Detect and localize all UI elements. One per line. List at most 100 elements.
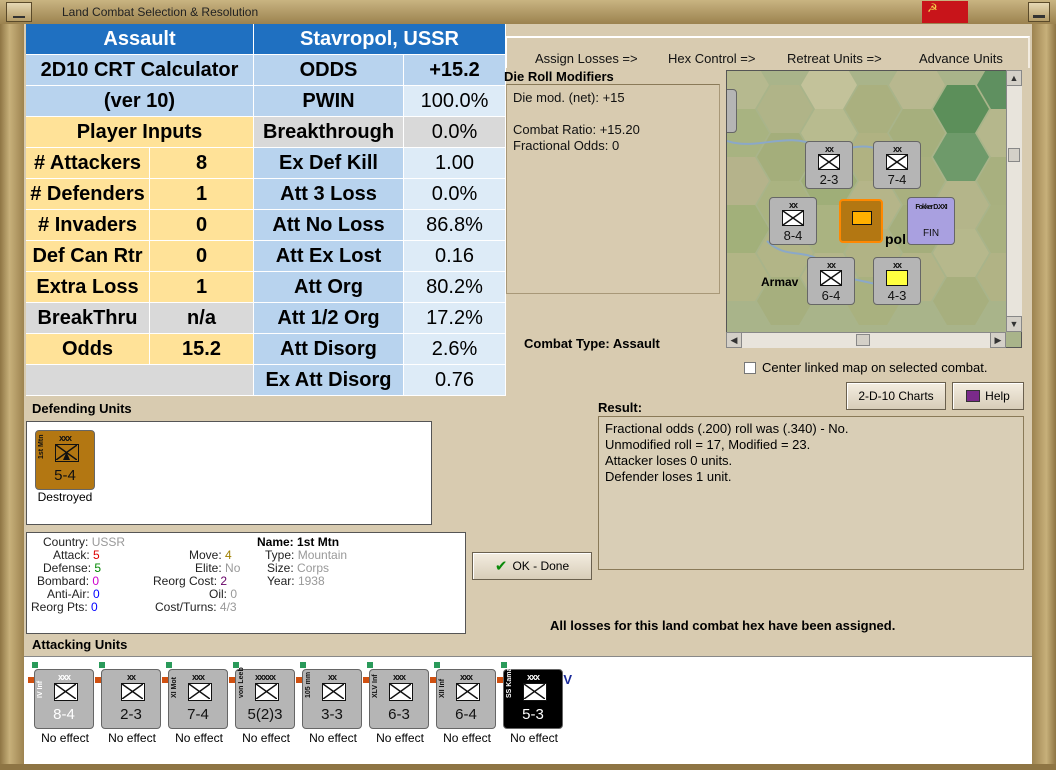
map-horizontal-scrollbar[interactable]: ◀ ▶ <box>726 332 1006 348</box>
infantry-symbol-icon <box>389 683 413 701</box>
phase-assign-losses: Assign Losses => <box>535 51 638 66</box>
unit-strength: 3-3 <box>321 706 343 723</box>
die-roll-line: Fractional Odds: 0 <box>513 138 620 153</box>
attacking-unit-slot[interactable]: xx 105 mm 3-3 No effect <box>296 662 366 757</box>
attacking-unit-slot[interactable]: xxxxx von Leeb 5(2)3 No effect <box>229 662 299 757</box>
scroll-up-icon[interactable]: ▲ <box>1006 70 1022 86</box>
elite-value: No <box>225 561 241 575</box>
infantry-symbol-icon <box>456 683 480 701</box>
veteran-badge: V <box>563 672 572 687</box>
input-label: # Attackers <box>26 148 150 179</box>
input-value: 8 <box>150 148 254 179</box>
map-unit-counter[interactable]: xx 6-4 <box>807 257 855 305</box>
title-bar[interactable]: Land Combat Selection & Resolution <box>0 0 1056 24</box>
result-heading: Result: <box>598 400 643 415</box>
combat-type-value: Assault <box>612 336 660 351</box>
unit-strength: 6-4 <box>821 288 841 303</box>
frame-right-border <box>1032 24 1056 770</box>
size-value: Corps <box>297 561 330 575</box>
output-value: 80.2% <box>404 272 506 303</box>
scroll-right-icon[interactable]: ▶ <box>990 332 1006 348</box>
unit-strength: 4-3 <box>887 288 907 303</box>
status-dot-green-icon <box>99 662 105 668</box>
attacking-unit-slot[interactable]: xxx XLV Inf 6-3 No effect <box>363 662 433 757</box>
map-combat-target-counter[interactable] <box>839 199 883 243</box>
center-map-checkbox[interactable]: Center linked map on selected combat. <box>744 360 987 375</box>
antiair-value: 0 <box>93 587 100 601</box>
unit-status: No effect <box>242 731 290 745</box>
crt-header-combat-type: Assault <box>26 24 254 55</box>
infantry-symbol-icon <box>782 210 804 226</box>
oil-value: 0 <box>230 587 238 601</box>
center-map-label: Center linked map on selected combat. <box>762 360 988 375</box>
close-button[interactable] <box>1028 2 1050 22</box>
defense-value: 5 <box>94 561 102 575</box>
attacking-unit-slot[interactable]: xxx SS Kama 5-3 V No effect <box>497 662 572 757</box>
crt-calculator-table: Assault Stavropol, USSR 2D10 CRT Calcula… <box>26 24 506 396</box>
attacking-unit-slot[interactable]: xx 2-3 No effect <box>95 662 165 757</box>
phase-hex-control: Hex Control => <box>668 51 756 66</box>
motorized-symbol-icon <box>886 154 908 170</box>
unit-strength: 8-4 <box>783 228 803 243</box>
status-dot-green-icon <box>300 662 306 668</box>
crt-empty-cell <box>26 365 254 396</box>
phase-retreat-units: Retreat Units => <box>787 51 882 66</box>
defending-unit-counter[interactable]: xxx 1st Mtn 5-4 <box>35 430 95 490</box>
input-label: Odds <box>26 334 150 365</box>
input-value: 15.2 <box>150 334 254 365</box>
unit-size: xx <box>788 200 798 210</box>
output-value: 2.6% <box>404 334 506 365</box>
charts-button[interactable]: 2-D-10 Charts <box>846 382 946 410</box>
scroll-left-icon[interactable]: ◀ <box>726 332 742 348</box>
attacking-unit-counter[interactable]: xxx XI Mot 7-4 <box>168 669 228 729</box>
attacking-unit-counter[interactable]: xx 105 mm 3-3 <box>302 669 362 729</box>
unit-strength: 6-4 <box>455 706 477 723</box>
type-value: Mountain <box>297 548 348 562</box>
attacking-unit-slot[interactable]: xxx XII Inf 6-4 No effect <box>430 662 500 757</box>
attacking-unit-counter[interactable]: xx 2-3 <box>101 669 161 729</box>
checkbox-box[interactable] <box>744 361 756 374</box>
map-unit-counter[interactable]: xx 7-4 <box>873 141 921 189</box>
die-roll-box: Die mod. (net): +15 Combat Ratio: +15.20… <box>506 84 720 294</box>
unit-name: XLV Inf <box>372 674 379 698</box>
map-air-unit-counter[interactable]: Fokker D.XXI FIN <box>907 197 955 245</box>
map-unit-counter[interactable] <box>727 89 737 133</box>
map-unit-counter[interactable]: xx 4-3 <box>873 257 921 305</box>
scroll-down-icon[interactable]: ▼ <box>1006 316 1022 332</box>
unit-strength: 2-3 <box>120 706 142 723</box>
result-line: Attacker loses 0 units. <box>605 453 733 468</box>
output-value: 0.76 <box>404 365 506 396</box>
attack-value: 5 <box>93 548 100 562</box>
defending-units-heading: Defending Units <box>32 401 132 416</box>
combat-type: Combat Type: Assault <box>524 336 660 351</box>
output-label: Att 3 Loss <box>254 179 404 210</box>
help-button[interactable]: Help <box>952 382 1024 410</box>
status-dot-green-icon <box>166 662 172 668</box>
output-value: 0.0% <box>404 179 506 210</box>
map-unit-counter[interactable]: xx 2-3 <box>805 141 853 189</box>
output-label: Ex Def Kill <box>254 148 404 179</box>
attacking-unit-slot[interactable]: xxx XI Mot 7-4 No effect <box>162 662 232 757</box>
attacking-unit-counter[interactable]: xxx SS Kama 5-3 V <box>503 668 572 729</box>
ok-done-button[interactable]: ✔ OK - Done <box>472 552 592 580</box>
infantry-symbol-icon <box>820 270 842 286</box>
soviet-flag-icon <box>922 1 968 23</box>
move-value: 4 <box>225 548 232 562</box>
unit-strength: 8-4 <box>53 706 75 723</box>
output-value: 86.8% <box>404 210 506 241</box>
map-unit-counter[interactable]: xx 8-4 <box>769 197 817 245</box>
minimize-button[interactable] <box>6 2 32 22</box>
attacking-unit-counter[interactable]: xxx IV Inf 8-4 <box>34 669 94 729</box>
infantry-symbol-icon <box>322 683 346 701</box>
scroll-thumb[interactable] <box>1008 148 1020 162</box>
scroll-thumb[interactable] <box>856 334 870 346</box>
attacking-unit-counter[interactable]: xxx XLV Inf 6-3 <box>369 669 429 729</box>
infantry-symbol-icon <box>54 683 78 701</box>
unit-size: xx <box>892 144 902 154</box>
attacking-unit-counter[interactable]: xxxxx von Leeb 5(2)3 <box>235 667 295 729</box>
attacking-unit-slot[interactable]: xxx IV Inf 8-4 No effect <box>28 662 98 757</box>
map-vertical-scrollbar[interactable]: ▲ ▼ <box>1006 70 1022 332</box>
attacking-unit-counter[interactable]: xxx XII Inf 6-4 <box>436 669 496 729</box>
phase-advance-units: Advance Units <box>919 51 1003 66</box>
linked-map-view[interactable]: xx 2-3 xx 7-4 xx 8-4 Fokker D.XXI FIN xx… <box>726 70 1022 348</box>
